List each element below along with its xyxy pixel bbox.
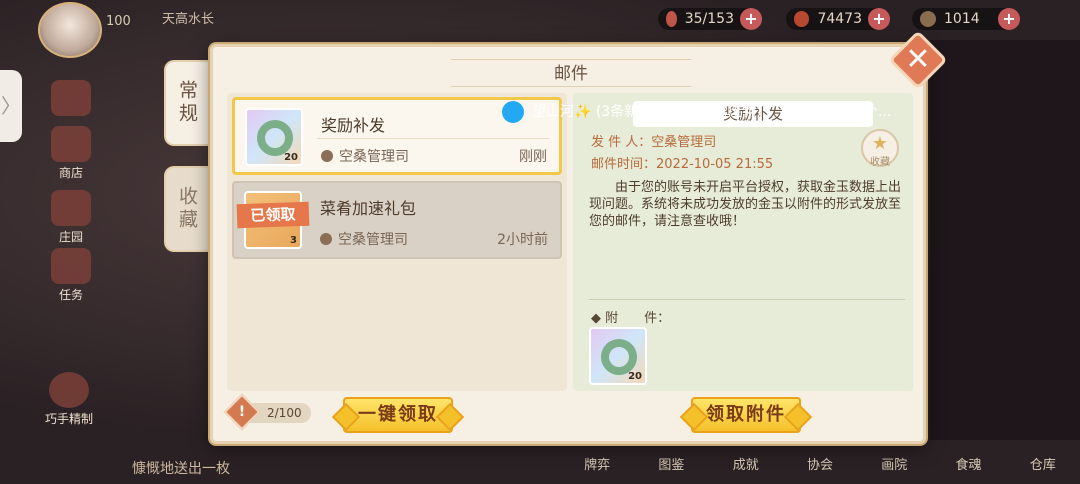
feather-resource: 74473 + — [786, 8, 890, 30]
nav-guild[interactable]: 协会 — [783, 452, 857, 484]
manor-icon — [51, 190, 91, 226]
chat-bar[interactable]: 慷慨地送出一枚 — [96, 454, 336, 484]
detail-body: 由于您的账号未开启平台授权，获取金玉数据上出现问题。系统将未成功发放的金玉以附件… — [589, 180, 902, 229]
manor-button[interactable]: 庄园 — [44, 190, 98, 245]
add-coin-button[interactable]: + — [998, 8, 1020, 30]
claimed-stamp: 已领取 — [236, 201, 310, 229]
add-feather-button[interactable]: + — [868, 8, 890, 30]
side-drawer-handle[interactable]: 〉 — [0, 70, 22, 142]
eye-icon — [51, 80, 91, 116]
mail-category-tabs: 常规 收藏 — [164, 60, 208, 272]
attachment-jade-item[interactable]: 20 — [589, 327, 647, 385]
close-icon: ✕ — [905, 42, 931, 77]
mail-list: 20 奖励补发 空桑管理司 刚刚 3 已领取 菜肴加速礼包 空桑管理司 2小时前 — [227, 93, 567, 391]
jade-item-icon: 20 — [245, 108, 303, 166]
nav-gallery[interactable]: 画院 — [857, 452, 931, 484]
claim-all-button[interactable]: 一键领取 — [343, 397, 453, 433]
mail-sender: 空桑管理司 — [321, 146, 409, 166]
nav-card-game[interactable]: 牌弈 — [560, 452, 634, 484]
shop-icon — [51, 126, 91, 162]
feather-icon — [794, 11, 810, 27]
jade-item-icon — [601, 339, 637, 375]
shop-button[interactable]: 商店 — [44, 126, 98, 181]
bottom-nav: 牌弈 图鉴 成就 协会 画院 食魂 仓库 — [560, 452, 1080, 484]
nav-codex[interactable]: 图鉴 — [634, 452, 708, 484]
craft-button[interactable]: 巧手精制 — [34, 372, 104, 427]
claim-attachment-button[interactable]: 领取附件 — [691, 397, 801, 433]
qq-notification-ticker[interactable]: 望山河✨ (3条新消息) 大茨菇 (废物) ：我方打野还是个... — [502, 98, 972, 126]
mail-title: 奖励补发 — [321, 116, 386, 135]
favorite-button[interactable]: ★ 收藏 — [861, 129, 899, 168]
nav-warehouse[interactable]: 仓库 — [1006, 452, 1080, 484]
nav-achievements[interactable]: 成就 — [709, 452, 783, 484]
star-icon: ★ — [871, 133, 889, 154]
mail-detail: 奖励补发 发 件 人：空桑管理司 邮件时间：2022-10-05 21:55 ★… — [573, 93, 913, 391]
item-quantity: 3 — [290, 235, 297, 246]
mail-sender: 空桑管理司 — [320, 229, 408, 249]
item-quantity: 20 — [628, 371, 642, 382]
mail-item-dish-pack[interactable]: 3 已领取 菜肴加速礼包 空桑管理司 2小时前 — [232, 181, 562, 259]
user-icon — [321, 150, 333, 162]
coin-resource: 1014 + — [912, 8, 1020, 30]
player-level: 100 — [106, 14, 131, 29]
mail-time: 2小时前 — [497, 232, 548, 248]
item-quantity: 20 — [284, 152, 298, 163]
detail-time: 邮件时间：2022-10-05 21:55 — [591, 157, 774, 172]
qq-icon — [502, 101, 524, 123]
coin-icon — [920, 11, 936, 27]
user-icon — [320, 233, 332, 245]
mail-title: 菜肴加速礼包 — [320, 199, 417, 218]
dialog-title: 邮件 — [451, 59, 691, 87]
player-name: 天高水长 — [162, 12, 215, 27]
divider — [589, 299, 905, 300]
craft-icon — [49, 372, 89, 408]
nav-food-souls[interactable]: 食魂 — [931, 452, 1005, 484]
stamina-icon — [666, 11, 677, 27]
mail-count: ! 2/100 — [223, 393, 311, 431]
detail-sender: 发 件 人：空桑管理司 — [591, 135, 717, 150]
stamina-resource: 35/153 + — [658, 8, 762, 30]
add-stamina-button[interactable]: + — [740, 8, 762, 30]
player-avatar[interactable] — [38, 2, 102, 58]
tab-general[interactable]: 常规 — [164, 60, 208, 146]
eye-button[interactable] — [44, 80, 98, 118]
mail-time: 刚刚 — [519, 149, 547, 165]
task-icon — [51, 248, 91, 284]
tab-favorites[interactable]: 收藏 — [164, 166, 208, 252]
warning-icon: ! — [223, 393, 261, 431]
attachment-label: ◆ 附 件： — [591, 311, 671, 326]
task-button[interactable]: 任务 — [44, 248, 98, 303]
